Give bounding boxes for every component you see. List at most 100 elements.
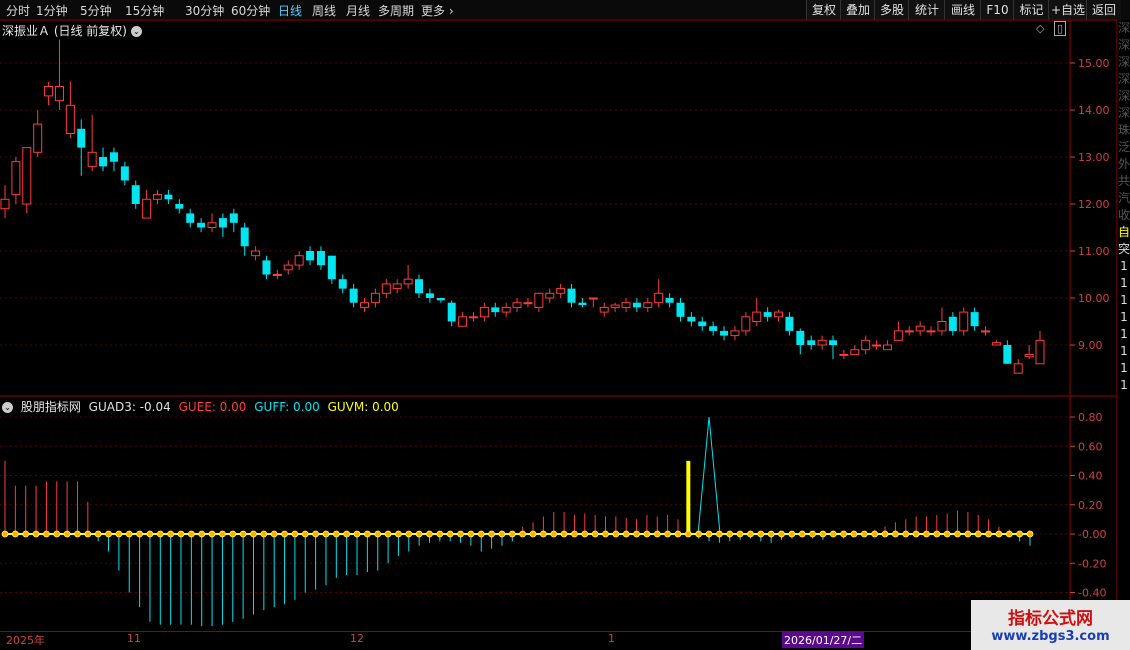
zero-dot [798, 530, 806, 538]
candle-body-down [948, 316, 957, 331]
zero-dot [529, 530, 537, 538]
zero-dot [260, 530, 268, 538]
candle-body-down [120, 166, 129, 181]
candle-body-up [545, 292, 555, 299]
candle-body-up [501, 306, 511, 313]
zero-dot [985, 530, 992, 538]
candle-body-up [251, 250, 261, 257]
watermark-logo: 指标公式网 www.zbgs3.com [971, 600, 1130, 650]
zero-dot [612, 530, 620, 538]
candle-body-up [926, 330, 936, 333]
candle-body-up [588, 297, 598, 300]
candle-body-down [665, 298, 674, 303]
candle-body-up [937, 321, 947, 332]
candle-body-up [294, 255, 304, 266]
zero-dot [343, 530, 351, 538]
candle-body-down [175, 204, 184, 209]
right-strip-char: 泛 [1117, 140, 1130, 154]
guad3-value: GUAD3: -0.04 [88, 400, 171, 414]
zero-dot [384, 530, 392, 538]
candle-body-up [512, 302, 522, 308]
right-strip-char: 珠 [1117, 123, 1130, 137]
zero-dot [664, 530, 672, 538]
zero-dot [467, 530, 475, 538]
zero-dot [923, 530, 930, 538]
candle-body-up [22, 147, 32, 205]
candle-body-up [959, 311, 969, 332]
zero-dot [892, 530, 899, 538]
candle-body-down [436, 298, 445, 301]
candle-body-down [578, 302, 587, 306]
price-tick-label: 15.00 [1078, 57, 1110, 70]
zero-dot [571, 530, 578, 538]
zero-dot [22, 530, 30, 538]
zero-dot [353, 530, 361, 538]
zero-dot [446, 530, 454, 538]
right-strip-char: 1 [1120, 293, 1128, 307]
zero-dot [829, 530, 837, 538]
candle-body-down [785, 316, 794, 331]
candle-body-up [904, 330, 914, 333]
zero-dot [239, 530, 247, 538]
zero-dot [94, 530, 102, 538]
indicator-tick-label: -0.00 [1078, 528, 1106, 541]
candle-body-up [392, 283, 402, 290]
zero-dot [281, 530, 288, 538]
zero-dot [519, 530, 527, 538]
zero-dot [198, 530, 206, 538]
zero-dot [560, 530, 568, 538]
candle-body-up [381, 283, 391, 294]
zero-dot [788, 530, 796, 538]
zero-dot [778, 530, 785, 538]
indicator-tick-label: -0.40 [1078, 587, 1106, 600]
zero-dot [177, 530, 185, 538]
zero-dot [291, 530, 299, 538]
candle-body-down [109, 152, 118, 162]
zero-dot [405, 530, 413, 538]
zero-dot [581, 530, 589, 538]
chevron-down-icon[interactable]: ⌄ [2, 402, 13, 413]
price-tick-label: 11.00 [1078, 245, 1110, 258]
guff-value: GUFF: 0.00 [254, 400, 320, 414]
candle-body-up [87, 151, 97, 167]
zero-dot [322, 530, 330, 538]
chart-canvas[interactable]: 15.00 14.00 13.00 12.00 11.00 10.00 9.00 0.80 0.… [0, 0, 1130, 650]
candle-body-down [164, 194, 173, 200]
candle-body-down [447, 302, 456, 322]
right-strip-char: 深 [1117, 72, 1130, 86]
candle-body-up [283, 264, 293, 271]
zero-dot [395, 530, 402, 538]
date-label: 1 [608, 632, 615, 645]
candle-body-down [131, 185, 140, 204]
candle-body-up [752, 311, 762, 323]
zero-dot [488, 530, 496, 538]
zero-dot [43, 530, 50, 538]
date-label: 2025年 [6, 634, 45, 647]
candle-body-up [54, 86, 64, 102]
zero-dot [498, 530, 506, 538]
zero-dot [1, 530, 9, 538]
candle-body-up [534, 292, 544, 308]
candle-body-down [240, 227, 249, 247]
watermark-line1: 指标公式网 [1008, 609, 1093, 629]
candle-body-down [796, 330, 805, 345]
price-tick-label: 12.00 [1078, 198, 1110, 211]
price-tick-label: 10.00 [1078, 292, 1110, 305]
zero-dot [74, 530, 81, 538]
zero-dot [715, 530, 723, 538]
price-tick-label: 14.00 [1078, 104, 1110, 117]
zero-dot [187, 530, 195, 538]
candle-body-down [306, 251, 315, 261]
candle-body-down [349, 288, 358, 303]
zero-dot [767, 530, 775, 538]
date-axis: 2025年 11 12 1 2026/01/27/二 [0, 631, 1116, 648]
right-strip-char: 1 [1120, 310, 1128, 324]
candle-body-down [197, 222, 206, 228]
candle-body-up [643, 302, 653, 308]
candle-body-down [229, 213, 238, 223]
right-strip-char: 1 [1120, 276, 1128, 290]
zero-dot [736, 530, 744, 538]
zero-dot [550, 530, 558, 538]
zero-dot [11, 530, 19, 538]
candle-body-down [327, 255, 336, 280]
